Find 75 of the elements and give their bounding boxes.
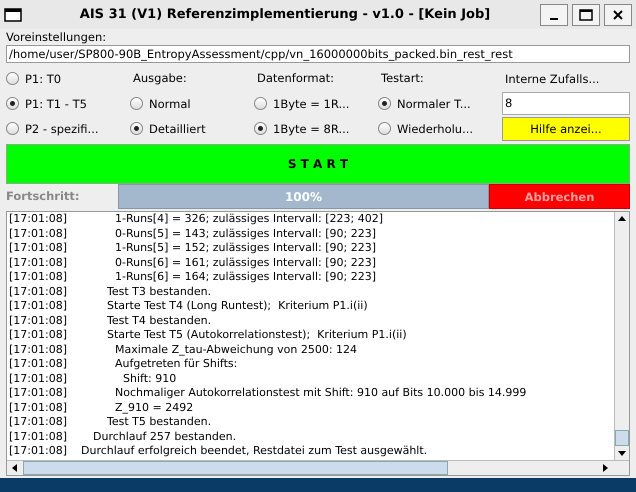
radio-option[interactable]: P1: T0: [6, 66, 130, 91]
radio-button[interactable]: [6, 97, 19, 110]
scroll-thumb[interactable]: [23, 461, 448, 475]
radio-button[interactable]: [378, 97, 391, 110]
radio-option[interactable]: Normaler T...: [378, 91, 502, 116]
log-time: [17:01:08]: [9, 241, 68, 256]
radio-option[interactable]: 1Byte = 1R...: [254, 91, 378, 116]
log-message: Maximale Z_tau-Abweichung von 2500: 124: [115, 342, 358, 357]
presets-label: Voreinstellungen:: [6, 30, 108, 44]
log-message: 0-Runs[6] = 161; zulässiges Intervall: [90; 223]: [115, 256, 376, 270]
progress-label: Fortschritt:: [6, 188, 81, 205]
radio-button[interactable]: [6, 122, 19, 135]
window-menu-icon[interactable]: [4, 8, 22, 22]
log-time: [17:01:08]: [9, 212, 68, 226]
log-message: Shift: 910: [123, 372, 176, 386]
log-time: [17:01:08]: [9, 444, 68, 458]
maximize-icon: [579, 8, 593, 20]
log-message: 1-Runs[6] = 164; zulässiges Intervall: [90; 223]: [115, 270, 376, 284]
log-time: [17:01:08]: [9, 284, 68, 299]
log-time: [17:01:08]: [9, 328, 68, 342]
log-message: Test T4 bestanden.: [107, 314, 212, 328]
log-time: [17:01:08]: [9, 226, 68, 241]
log-time: [17:01:08]: [9, 430, 68, 444]
radio-option[interactable]: P2 - spezifi...: [6, 116, 130, 141]
radio-button[interactable]: [254, 97, 267, 110]
close-icon: [612, 8, 624, 20]
value-field[interactable]: 8: [502, 92, 630, 115]
radio-button[interactable]: [6, 72, 19, 85]
log-message: Aufgetreten für Shifts:: [115, 357, 238, 372]
column-heading: Datenformat:: [256, 70, 336, 87]
log-message: Durchlauf erfolgreich beendet, Restdatei zum Test ausgewählt.: [81, 444, 428, 458]
log-message: 0-Runs[5] = 143; zulässiges Intervall: [90; 223]: [115, 226, 376, 241]
vertical-scrollbar[interactable]: [614, 212, 629, 460]
radio-button[interactable]: [130, 97, 143, 110]
log-message: Starte Test T5 (Autokorrelationstest); Kriterium P1.i(ii): [107, 328, 407, 342]
start-button[interactable]: S T A R T: [6, 144, 630, 184]
log-time: [17:01:08]: [9, 372, 68, 386]
minimize-icon: [550, 18, 558, 20]
log-message: 1-Runs[4] = 326; zulässiges Intervall: [223; 402]: [115, 212, 383, 226]
radio-option[interactable]: Detailliert: [130, 116, 254, 141]
column-heading: Interne Zufalls...: [504, 71, 600, 88]
log-message: 1-Runs[5] = 152; zulässiges Intervall: [90; 223]: [115, 241, 376, 256]
radio-button[interactable]: [130, 122, 143, 135]
log-time: [17:01:08]: [9, 314, 68, 328]
horizontal-scrollbar[interactable]: [7, 460, 629, 475]
log-message: Nochmaliger Autokorrelationstest mit Shift: 910 auf Bits 10.000 bis 14.999: [115, 386, 526, 400]
close-button[interactable]: [604, 4, 632, 26]
log-time: [17:01:08]: [9, 357, 68, 372]
radio-option[interactable]: Normal: [130, 91, 254, 116]
column-heading: Testart:: [380, 70, 425, 87]
maximize-button[interactable]: [572, 4, 600, 26]
log-time: [17:01:08]: [9, 342, 68, 357]
radio-button[interactable]: [378, 122, 391, 135]
radio-option[interactable]: 1Byte = 8R...: [254, 116, 378, 141]
log-message: Starte Test T4 (Long Runtest); Kriterium P1.i(ii): [107, 299, 368, 314]
log-time: [17:01:08]: [9, 415, 68, 430]
log-message: Test T5 bestanden.: [107, 415, 212, 430]
column-heading: Ausgabe:: [132, 70, 188, 87]
radio-button[interactable]: [254, 122, 267, 135]
scroll-thumb[interactable]: [615, 430, 629, 446]
log-time: [17:01:08]: [9, 299, 68, 314]
log-message: Test T3 bestanden.: [107, 284, 212, 299]
window-title: AIS 31 (V1) Referenzimplementierung - v1.0 - [Kein Job]: [78, 7, 492, 22]
log-time: [17:01:08]: [9, 400, 68, 415]
log-time: [17:01:08]: [9, 386, 68, 400]
progress-reading: 100%: [284, 188, 324, 206]
minimize-button[interactable]: [540, 4, 568, 26]
log-message: Z_910 = 2492: [115, 400, 194, 415]
help-button[interactable]: Hilfe anzei...: [502, 117, 630, 141]
radio-option[interactable]: Wiederholu...: [378, 116, 502, 141]
path-field[interactable]: /home/user/SP800-90B_EntropyAssessment/cpp/vn_16000000bits_packed.bin_rest_rest: [6, 45, 630, 63]
log-time: [17:01:08]: [9, 270, 68, 284]
log-message: Durchlauf 257 bestanden.: [93, 430, 236, 444]
log-time: [17:01:08]: [9, 256, 68, 270]
radio-option[interactable]: P1: T1 - T5: [6, 91, 130, 116]
